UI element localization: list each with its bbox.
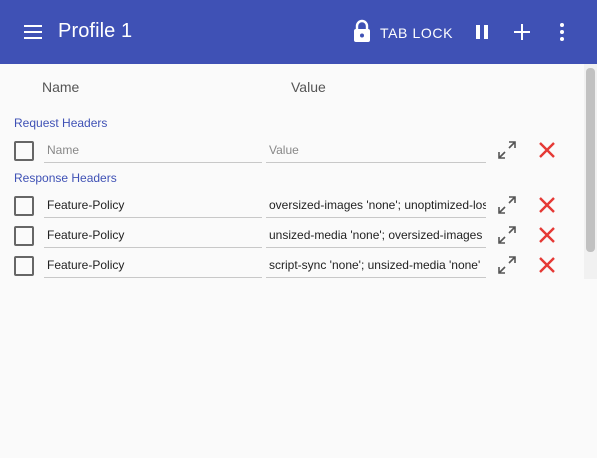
- response-header-row: Feature-Policy unsized-media 'none'; ove…: [0, 219, 584, 249]
- expand-icon[interactable]: [497, 225, 517, 245]
- row-checkbox[interactable]: [14, 226, 34, 246]
- delete-icon[interactable]: [537, 195, 557, 215]
- request-header-row: Name Value: [0, 134, 584, 164]
- delete-icon[interactable]: [537, 140, 557, 160]
- tab-lock-label: TAB LOCK: [380, 25, 454, 41]
- response-header-row: Feature-Policy oversized-images 'none'; …: [0, 189, 584, 219]
- expand-icon[interactable]: [497, 195, 517, 215]
- row-checkbox[interactable]: [14, 141, 34, 161]
- row-checkbox[interactable]: [14, 256, 34, 276]
- header-value-input[interactable]: unsized-media 'none'; oversized-images '…: [266, 224, 486, 248]
- name-column-header: Name: [42, 79, 80, 95]
- headers-panel: Name Value Request Headers Name Value Re…: [0, 64, 597, 458]
- plus-icon[interactable]: [510, 20, 534, 44]
- delete-icon[interactable]: [537, 225, 557, 245]
- request-headers-label: Request Headers: [14, 116, 108, 130]
- response-header-row: Feature-Policy script-sync 'none'; unsiz…: [0, 249, 584, 279]
- scrollbar-thumb[interactable]: [586, 68, 595, 252]
- expand-icon[interactable]: [497, 255, 517, 275]
- expand-icon[interactable]: [497, 140, 517, 160]
- tab-lock-button[interactable]: TAB LOCK: [352, 19, 454, 48]
- menu-icon[interactable]: [22, 22, 44, 42]
- header-value-input[interactable]: oversized-images 'none'; unoptimized-los…: [266, 194, 486, 218]
- header-name-input[interactable]: Feature-Policy: [44, 194, 262, 218]
- header-name-input[interactable]: Feature-Policy: [44, 224, 262, 248]
- pause-icon[interactable]: [470, 20, 494, 44]
- response-headers-label: Response Headers: [14, 171, 117, 185]
- header-value-input[interactable]: script-sync 'none'; unsized-media 'none': [266, 254, 486, 278]
- delete-icon[interactable]: [537, 255, 557, 275]
- header-name-input[interactable]: Name: [44, 139, 262, 163]
- header-name-input[interactable]: Feature-Policy: [44, 254, 262, 278]
- row-checkbox[interactable]: [14, 196, 34, 216]
- header-value-input[interactable]: Value: [266, 139, 486, 163]
- app-bar: Profile 1 TAB LOCK: [0, 0, 597, 64]
- more-vert-icon[interactable]: [550, 20, 574, 44]
- value-column-header: Value: [291, 79, 326, 95]
- lock-icon: [352, 19, 372, 48]
- profile-title: Profile 1: [58, 20, 133, 42]
- vertical-scrollbar[interactable]: [584, 64, 597, 279]
